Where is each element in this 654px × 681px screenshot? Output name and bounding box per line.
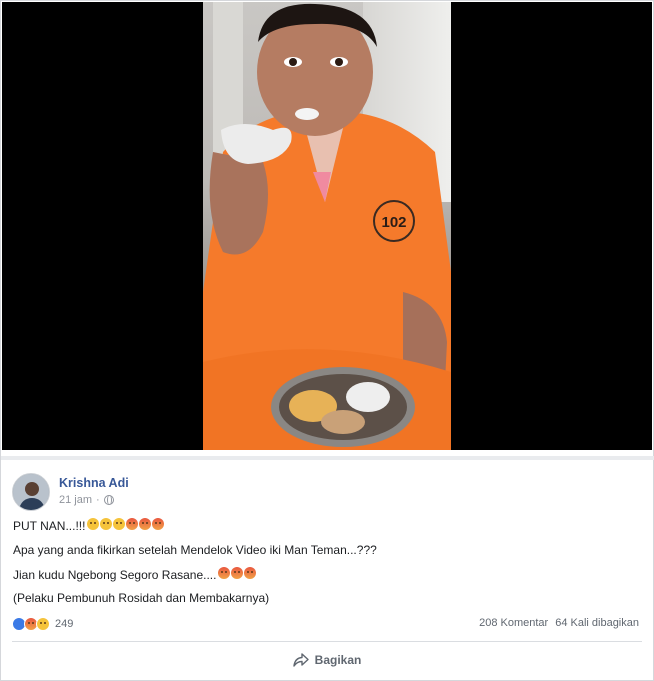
author-name[interactable]: Krishna Adi [59, 476, 129, 490]
share-label: Bagikan [314, 653, 362, 667]
share-arrow-icon [292, 653, 309, 667]
sad-emoji-icon [87, 518, 100, 530]
angry-emoji-icon [231, 567, 244, 579]
sad-emoji-icon [100, 518, 113, 530]
reaction-count: 249 [55, 618, 74, 630]
badge-number: 102 [381, 214, 406, 231]
angry-emoji-icon [126, 518, 139, 530]
post-body: Krishna Adi 21 jam · PUT NAN...!!! Apa y… [2, 460, 652, 680]
angry-emoji-icon [218, 567, 231, 579]
video-frame: 102 [203, 2, 451, 450]
person-icon [13, 474, 49, 510]
share-button[interactable]: Bagikan [2, 653, 652, 667]
video-still-man-eating: 102 [203, 3, 451, 450]
post-time[interactable]: 21 jam [59, 494, 92, 506]
wow-icon [36, 617, 50, 631]
share-count[interactable]: 64 Kali dibagikan [555, 617, 639, 629]
divider [12, 641, 642, 642]
comment-count[interactable]: 208 Komentar [479, 617, 548, 629]
angry-emoji-icon [152, 518, 165, 530]
globe-icon[interactable] [103, 495, 114, 505]
post-text-line-4: (Pelaku Pembunuh Rosidah dan Membakarnya… [13, 591, 270, 605]
post-text-line-1: PUT NAN...!!! [13, 518, 165, 533]
sad-emoji-icon [113, 518, 126, 530]
angry-emoji-icon [139, 518, 152, 530]
reactions-summary[interactable]: 249 [12, 617, 73, 631]
post-meta: 21 jam · [59, 494, 114, 506]
post-stats: 208 Komentar 64 Kali dibagikan [479, 617, 639, 629]
video-player[interactable]: 102 [2, 2, 652, 450]
angry-emoji-icon [244, 567, 257, 579]
post-text-line-2: Apa yang anda fikirkan setelah Mendelok … [13, 543, 377, 557]
author-avatar[interactable] [12, 473, 50, 511]
facebook-post-card: 102 Krishna Adi 21 jam · PUT NAN...!!! A… [0, 0, 654, 681]
post-text-line-3: Jian kudu Ngebong Segoro Rasane.... [13, 567, 257, 582]
emoji-group [217, 567, 257, 582]
emoji-group [86, 518, 165, 533]
